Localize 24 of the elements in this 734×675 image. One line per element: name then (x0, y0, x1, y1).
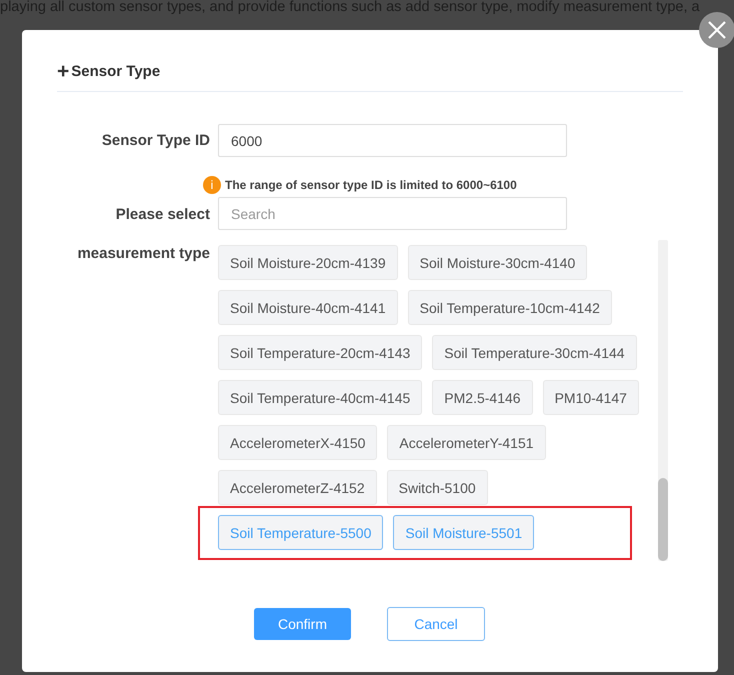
measurement-type-tag[interactable]: AccelerometerZ-4152 (218, 470, 377, 505)
measurement-type-tag[interactable]: Soil Moisture-40cm-4141 (218, 290, 398, 325)
measurement-type-tag[interactable]: Soil Moisture-30cm-4140 (408, 245, 588, 280)
measurement-type-tag[interactable]: AccelerometerX-4150 (218, 425, 378, 460)
sensor-type-id-field[interactable]: 6000 (218, 124, 567, 157)
field-label: measurement type (76, 244, 211, 264)
field-label: Sensor Type ID (100, 132, 211, 149)
info-icon: i (203, 176, 221, 194)
measurement-type-tag[interactable]: Switch-5100 (386, 470, 488, 505)
plus-icon: + (57, 60, 70, 82)
dialog-title: Sensor Type (71, 62, 160, 80)
measurement-type-tag[interactable]: Soil Temperature-30cm-4144 (432, 335, 637, 370)
measurement-type-tag[interactable]: Soil Temperature-10cm-4142 (408, 290, 612, 325)
search-field[interactable]: Search (218, 197, 567, 230)
close-icon[interactable] (699, 12, 734, 48)
hint-text: The range of sensor type ID is limited to 6000~6100 (225, 178, 517, 192)
measurement-type-tag[interactable]: PM2.5-4146 (432, 380, 533, 415)
field-label: Please select (114, 205, 211, 225)
measurement-type-tag[interactable]: Soil Temperature-20cm-4143 (218, 335, 422, 370)
measurement-type-tag[interactable]: Soil Temperature-40cm-4145 (218, 380, 422, 415)
measurement-type-tag[interactable]: Soil Moisture-20cm-4139 (218, 245, 398, 280)
scrollbar-thumb[interactable] (658, 478, 668, 561)
measurement-type-tag[interactable]: AccelerometerY-4151 (387, 425, 546, 460)
measurement-type-tag[interactable]: PM10-4147 (542, 380, 639, 415)
